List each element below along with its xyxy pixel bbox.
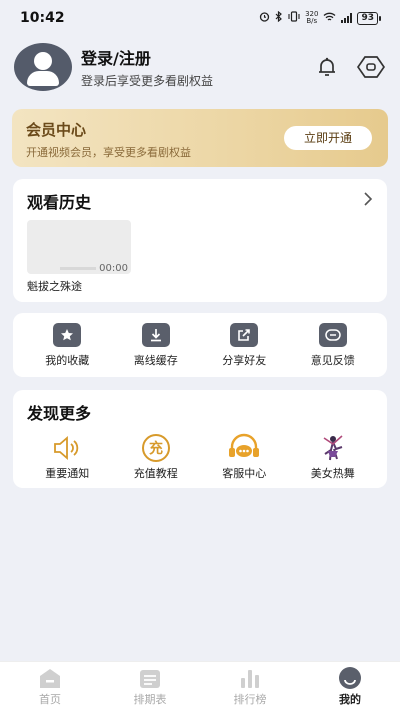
tab-label: 排行榜 bbox=[233, 693, 267, 706]
tab-label: 排期表 bbox=[133, 693, 167, 706]
profile-header[interactable]: 登录/注册 登录后享受更多看剧权益 bbox=[14, 42, 386, 92]
headset-icon bbox=[227, 433, 261, 462]
favorites-button[interactable]: 我的收藏 bbox=[27, 322, 107, 368]
recharge-icon-text: 充 bbox=[149, 440, 163, 457]
dance-button[interactable]: 美女热舞 bbox=[293, 434, 373, 481]
chevron-right-icon[interactable] bbox=[363, 191, 373, 211]
tab-home[interactable]: 首页 bbox=[10, 666, 90, 707]
feedback-icon bbox=[318, 322, 347, 347]
open-vip-button[interactable]: 立即开通 bbox=[284, 126, 372, 150]
offline-cache-button[interactable]: 离线缓存 bbox=[116, 322, 196, 368]
avatar[interactable] bbox=[14, 43, 72, 91]
status-time: 10:42 bbox=[20, 10, 65, 26]
bell-icon[interactable] bbox=[312, 52, 342, 82]
login-register-link[interactable]: 登录/注册 bbox=[81, 45, 298, 69]
tool-label: 我的收藏 bbox=[45, 353, 90, 367]
watch-history-card: 观看历史 00:00 魁拔之殊途 bbox=[13, 179, 387, 302]
profile-icon bbox=[310, 666, 390, 690]
tools-card: 我的收藏 离线缓存 分享好友 意见反馈 bbox=[13, 313, 387, 377]
tab-schedule[interactable]: 排期表 bbox=[110, 666, 190, 707]
bluetooth-icon bbox=[275, 10, 283, 25]
tool-label: 离线缓存 bbox=[133, 353, 178, 367]
calendar-icon bbox=[110, 666, 190, 690]
download-icon bbox=[141, 322, 170, 347]
discover-label: 美女热舞 bbox=[310, 467, 355, 480]
settings-icon[interactable] bbox=[356, 52, 386, 82]
tool-label: 分享好友 bbox=[222, 353, 267, 367]
login-hint: 登录后享受更多看剧权益 bbox=[81, 74, 214, 88]
net-speed-unit: B/s bbox=[306, 17, 318, 25]
home-icon bbox=[10, 666, 90, 690]
discover-title: 发现更多 bbox=[27, 404, 92, 423]
bottom-tab-bar: 首页 排期表 排行榜 我的 bbox=[0, 661, 400, 711]
discover-label: 充值教程 bbox=[133, 467, 178, 480]
discover-label: 重要通知 bbox=[45, 467, 90, 480]
history-thumbnail[interactable]: 00:00 bbox=[27, 220, 131, 274]
tool-label: 意见反馈 bbox=[310, 353, 355, 367]
progress-bar bbox=[60, 267, 96, 270]
speaker-icon bbox=[50, 434, 84, 462]
discover-card: 发现更多 重要通知 充 充值教程 客服中心 美女热舞 bbox=[13, 390, 387, 488]
star-icon bbox=[53, 322, 82, 347]
notice-button[interactable]: 重要通知 bbox=[27, 434, 107, 481]
alarm-icon bbox=[259, 11, 270, 25]
vip-card[interactable]: 会员中心 开通视频会员，享受更多看剧权益 立即开通 bbox=[12, 109, 388, 167]
history-duration: 00:00 bbox=[99, 263, 128, 274]
share-button[interactable]: 分享好友 bbox=[204, 322, 284, 368]
tab-label: 我的 bbox=[339, 693, 361, 706]
status-bar: 10:42 320 B/s 93 bbox=[0, 0, 400, 36]
dancer-icon bbox=[316, 434, 350, 462]
signal-icon bbox=[341, 13, 353, 23]
history-item-title[interactable]: 魁拔之殊途 bbox=[27, 278, 82, 294]
ranking-icon bbox=[210, 666, 290, 690]
feedback-button[interactable]: 意见反馈 bbox=[293, 322, 373, 368]
vibrate-icon bbox=[288, 11, 300, 25]
history-title: 观看历史 bbox=[27, 193, 92, 212]
tab-label: 首页 bbox=[39, 693, 61, 706]
tab-ranking[interactable]: 排行榜 bbox=[210, 666, 290, 707]
share-icon bbox=[230, 322, 259, 347]
customer-service-button[interactable]: 客服中心 bbox=[204, 433, 284, 481]
recharge-tutorial-button[interactable]: 充 充值教程 bbox=[116, 434, 196, 481]
recharge-icon: 充 bbox=[139, 434, 173, 462]
net-speed: 320 B/s bbox=[305, 11, 318, 25]
tab-profile[interactable]: 我的 bbox=[310, 666, 390, 707]
discover-label: 客服中心 bbox=[222, 467, 267, 480]
battery-icon: 93 bbox=[357, 11, 381, 25]
status-icons: 320 B/s 93 bbox=[259, 10, 381, 25]
wifi-icon bbox=[323, 12, 336, 25]
